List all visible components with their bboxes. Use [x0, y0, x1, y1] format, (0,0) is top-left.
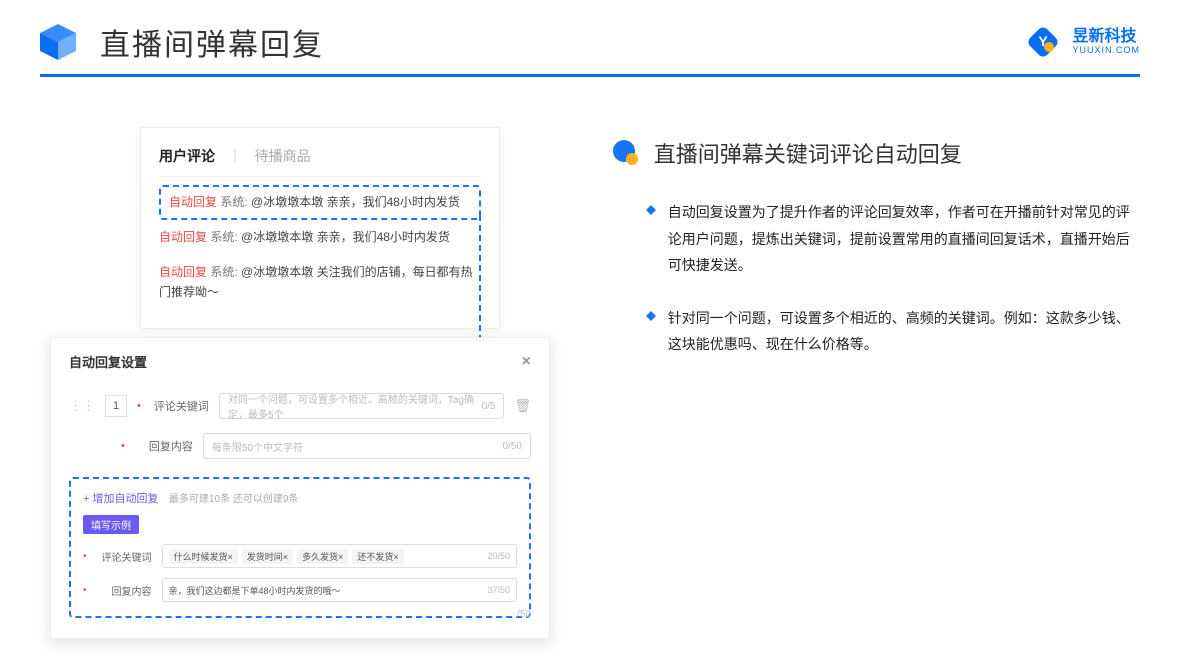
- highlighted-comment: 自动回复 系统: @冰墩墩本墩 亲亲，我们48小时内发货: [159, 185, 481, 220]
- drag-handle-icon[interactable]: ⋮⋮: [69, 398, 95, 414]
- brand-name-en: YUUXIN.COM: [1072, 46, 1140, 56]
- brand-logo: Y 昱新科技 YUUXIN.COM: [1024, 23, 1140, 61]
- tab-separator: |: [233, 146, 237, 166]
- bullet-item: 自动回复设置为了提升作者的评论回复效率，作者可在开播前针对常见的评论用户问题，提…: [612, 199, 1140, 279]
- comment-row: 自动回复 系统: @冰墩墩本墩 亲亲，我们48小时内发货: [159, 220, 481, 255]
- example-content-box: 亲，我们这边都是下单48小时内发货的哦～ 37/50: [162, 578, 517, 602]
- bubble-icon: [612, 139, 640, 167]
- tab-user-comments[interactable]: 用户评论: [159, 146, 215, 166]
- settings-title: 自动回复设置: [69, 352, 147, 371]
- brand-diamond-icon: Y: [1024, 23, 1062, 61]
- tab-pending-products[interactable]: 待播商品: [255, 146, 311, 166]
- close-icon[interactable]: ×: [522, 353, 531, 371]
- page-header: 直播间弹幕回复 Y 昱新科技 YUUXIN.COM: [0, 0, 1180, 74]
- brand-name-cn: 昱新科技: [1072, 28, 1140, 46]
- required-mark: •: [137, 400, 141, 412]
- comment-text: @冰墩墩本墩 亲亲，我们48小时内发货: [251, 195, 460, 209]
- keyword-label: 评论关键词: [151, 398, 209, 414]
- auto-reply-tag: 自动回复: [169, 195, 217, 209]
- comments-panel: 用户评论 | 待播商品 自动回复 系统: @冰墩墩本墩 亲亲，我们48小时内发货…: [140, 127, 500, 329]
- svg-text:Y: Y: [1039, 33, 1049, 49]
- page-title: 直播间弹幕回复: [100, 20, 324, 64]
- delete-icon[interactable]: 🗑: [514, 398, 531, 414]
- screenshots-column: 用户评论 | 待播商品 自动回复 系统: @冰墩墩本墩 亲亲，我们48小时内发货…: [60, 127, 532, 384]
- content-label: 回复内容: [135, 438, 193, 454]
- keyword-input[interactable]: 对同一个问题，可设置多个相近、高频的关键词，Tag确定，最多5个 0/5: [219, 393, 505, 419]
- system-label: 系统:: [220, 195, 247, 209]
- add-autoreply-link[interactable]: + 增加自动回复: [83, 493, 158, 505]
- diamond-bullet-icon: [646, 311, 656, 321]
- pager-text: /50: [517, 609, 531, 620]
- bullet-item: 针对同一个问题，可设置多个相近的、高频的关键词。例如：这款多少钱、这块能优惠吗、…: [612, 305, 1140, 358]
- bullet-text: 针对同一个问题，可设置多个相近的、高频的关键词。例如：这款多少钱、这块能优惠吗、…: [668, 305, 1140, 358]
- rule-index: 1: [105, 395, 127, 417]
- example-keyword-label: 评论关键词: [97, 549, 152, 564]
- example-badge: 填写示例: [83, 515, 139, 534]
- cube-icon: [36, 20, 80, 64]
- example-highlight: + 增加自动回复 最多可建10条 还可以创建9条 填写示例 • 评论关键词 什么…: [69, 477, 531, 618]
- add-hint: 最多可建10条 还可以创建9条: [169, 494, 298, 505]
- description-column: 直播间弹幕关键词评论自动回复 自动回复设置为了提升作者的评论回复效率，作者可在开…: [612, 127, 1140, 384]
- example-keyword-box: 什么时候发货× 发货时间× 多久发货× 还不发货× 20/50: [162, 544, 517, 568]
- bullet-text: 自动回复设置为了提升作者的评论回复效率，作者可在开播前针对常见的评论用户问题，提…: [668, 199, 1140, 279]
- example-content-label: 回复内容: [97, 583, 152, 598]
- comment-row: 自动回复 系统: @冰墩墩本墩 关注我们的店铺，每日都有热门推荐呦～: [159, 255, 481, 309]
- diamond-bullet-icon: [646, 205, 656, 215]
- content-input[interactable]: 每条限50个中文字符 0/50: [203, 433, 531, 459]
- section-title: 直播间弹幕关键词评论自动回复: [654, 137, 962, 169]
- autoreply-settings-panel: 自动回复设置 × ⋮⋮ 1 • 评论关键词 对同一个问题，可设置多个相近、高频的…: [50, 337, 550, 639]
